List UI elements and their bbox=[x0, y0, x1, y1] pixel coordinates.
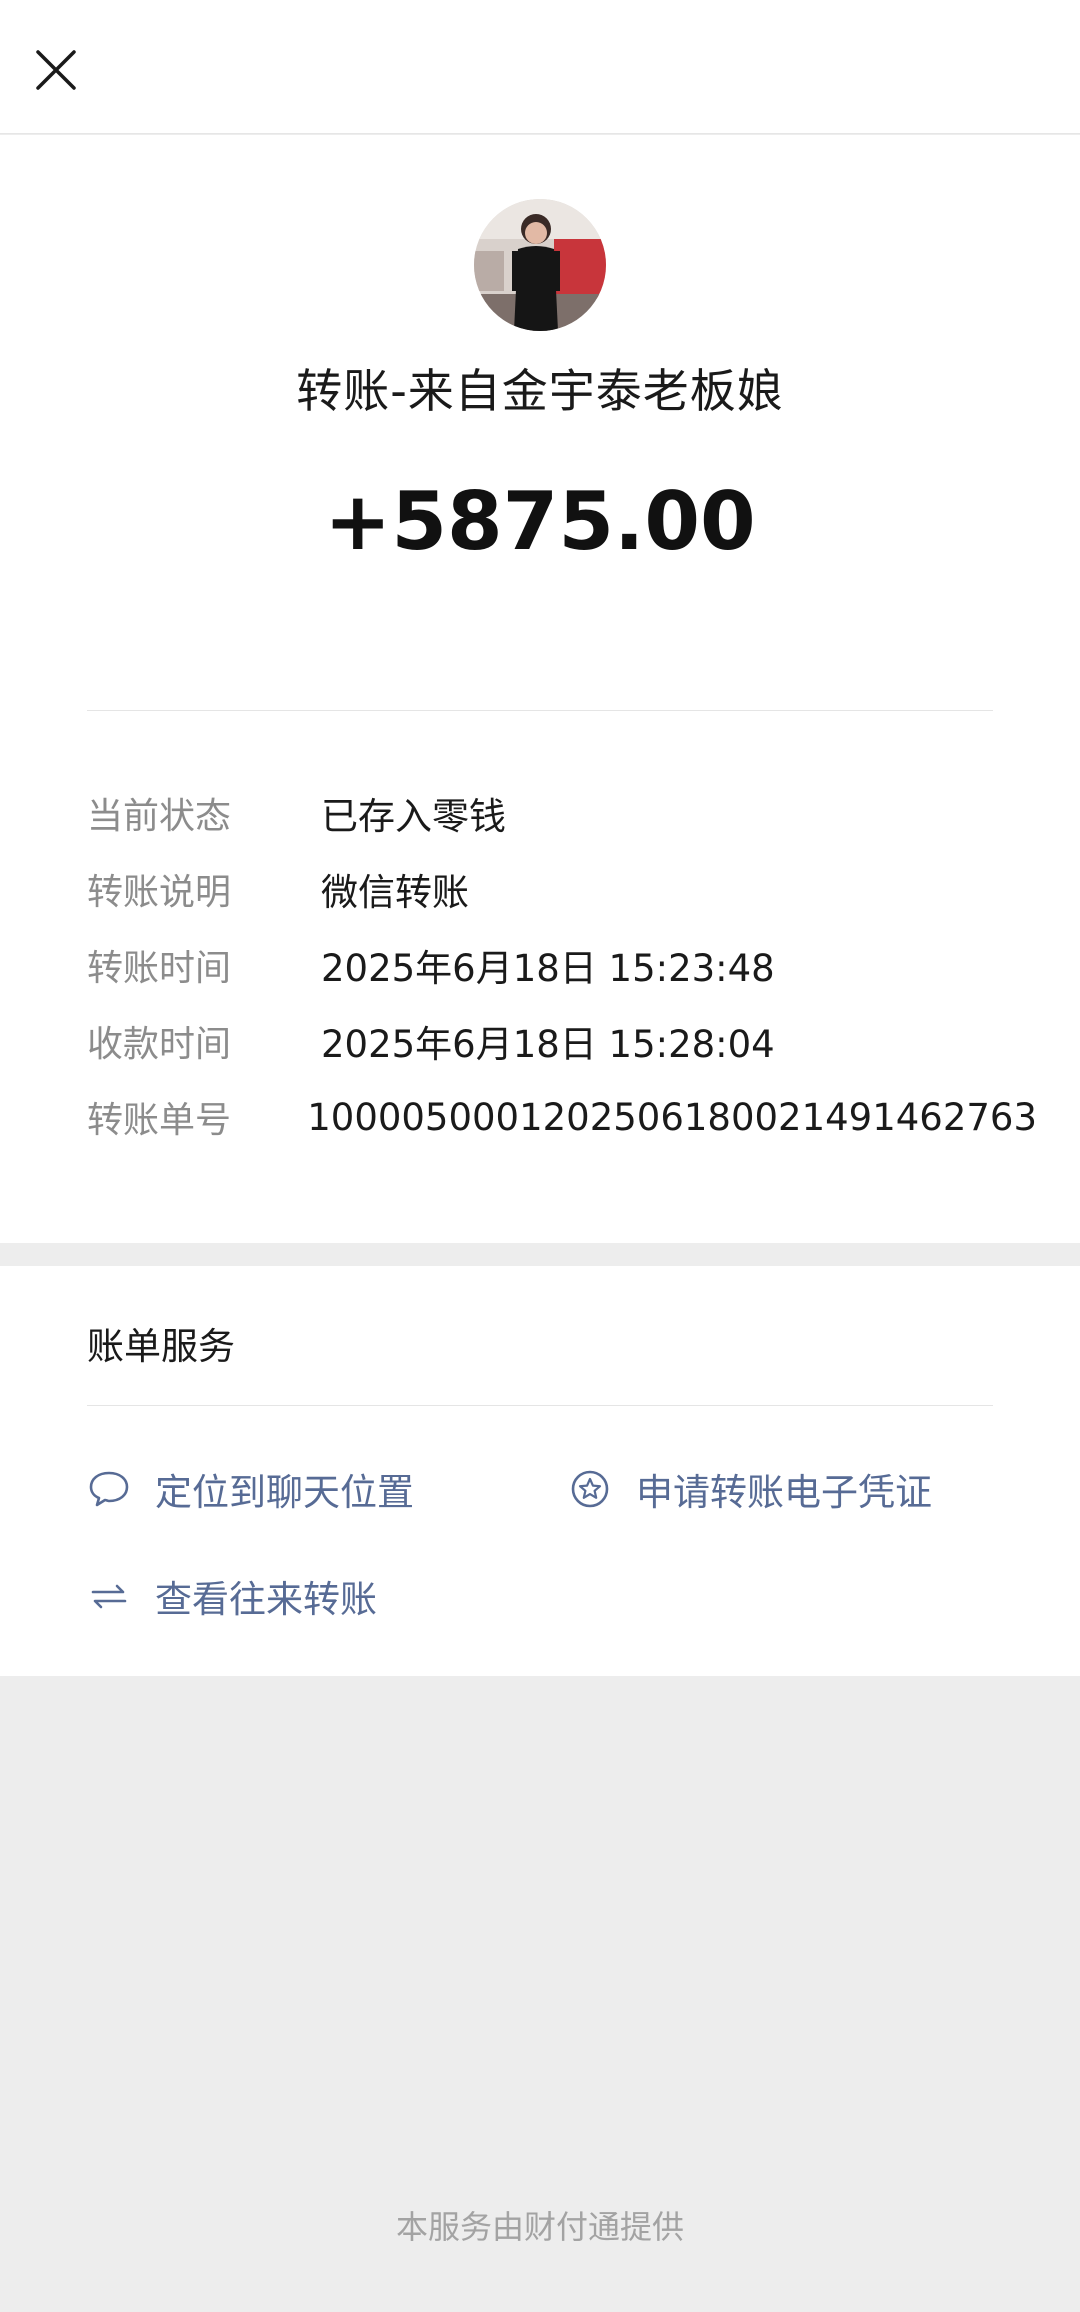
locate-chat-label: 定位到聊天位置 bbox=[155, 1471, 414, 1514]
footer-provider-text: 本服务由财付通提供 bbox=[395, 2208, 684, 2246]
locate-chat-link[interactable]: 定位到聊天位置 bbox=[87, 1462, 414, 1516]
detail-row-note: 转账说明 微信转账 bbox=[87, 851, 1037, 927]
top-bar bbox=[0, 0, 1080, 134]
detail-label: 转账说明 bbox=[87, 872, 232, 913]
divider bbox=[87, 1405, 993, 1406]
view-history-label: 查看往来转账 bbox=[155, 1578, 377, 1621]
bill-services-card: 账单服务 定位到聊天位置 申请转账电子凭证 查看往来转账 bbox=[0, 1266, 1080, 1676]
close-icon bbox=[36, 50, 76, 90]
detail-value: 已存入零钱 bbox=[321, 795, 506, 838]
detail-row-transfer-time: 转账时间 2025年6月18日 15:23:48 bbox=[87, 927, 1037, 1003]
view-history-link[interactable]: 查看往来转账 bbox=[87, 1569, 377, 1623]
transfer-title: 转账-来自金宇泰老板娘 bbox=[296, 364, 784, 418]
transfer-detail-card: 转账-来自金宇泰老板娘 +5875.00 当前状态 已存入零钱 转账说明 微信转… bbox=[0, 135, 1080, 1243]
bill-services-title: 账单服务 bbox=[87, 1325, 235, 1368]
transfer-details: 当前状态 已存入零钱 转账说明 微信转账 转账时间 2025年6月18日 15:… bbox=[87, 775, 1037, 1155]
detail-label: 当前状态 bbox=[87, 796, 232, 837]
swap-arrows-icon bbox=[91, 1584, 127, 1609]
detail-row-status: 当前状态 已存入零钱 bbox=[87, 775, 1037, 851]
transfer-amount: +5875.00 bbox=[324, 475, 756, 568]
close-button[interactable] bbox=[30, 44, 82, 96]
star-badge-icon bbox=[571, 1470, 609, 1508]
avatar[interactable] bbox=[474, 199, 606, 331]
apply-voucher-link[interactable]: 申请转账电子凭证 bbox=[568, 1462, 932, 1516]
apply-voucher-label: 申请转账电子凭证 bbox=[636, 1471, 932, 1514]
divider bbox=[87, 710, 993, 711]
chat-bubble-icon bbox=[89, 1471, 129, 1507]
detail-label: 转账时间 bbox=[87, 948, 232, 989]
detail-value: 微信转账 bbox=[321, 871, 469, 914]
detail-value: 2025年6月18日 15:23:48 bbox=[321, 947, 775, 990]
detail-value: 2025年6月18日 15:28:04 bbox=[321, 1023, 775, 1066]
detail-label: 收款时间 bbox=[87, 1024, 232, 1065]
detail-row-order-number: 转账单号 1000050001202506180021491462763 bbox=[87, 1079, 1037, 1155]
detail-label: 转账单号 bbox=[87, 1100, 232, 1141]
detail-value: 1000050001202506180021491462763 bbox=[307, 1095, 1037, 1139]
detail-row-receive-time: 收款时间 2025年6月18日 15:28:04 bbox=[87, 1003, 1037, 1079]
